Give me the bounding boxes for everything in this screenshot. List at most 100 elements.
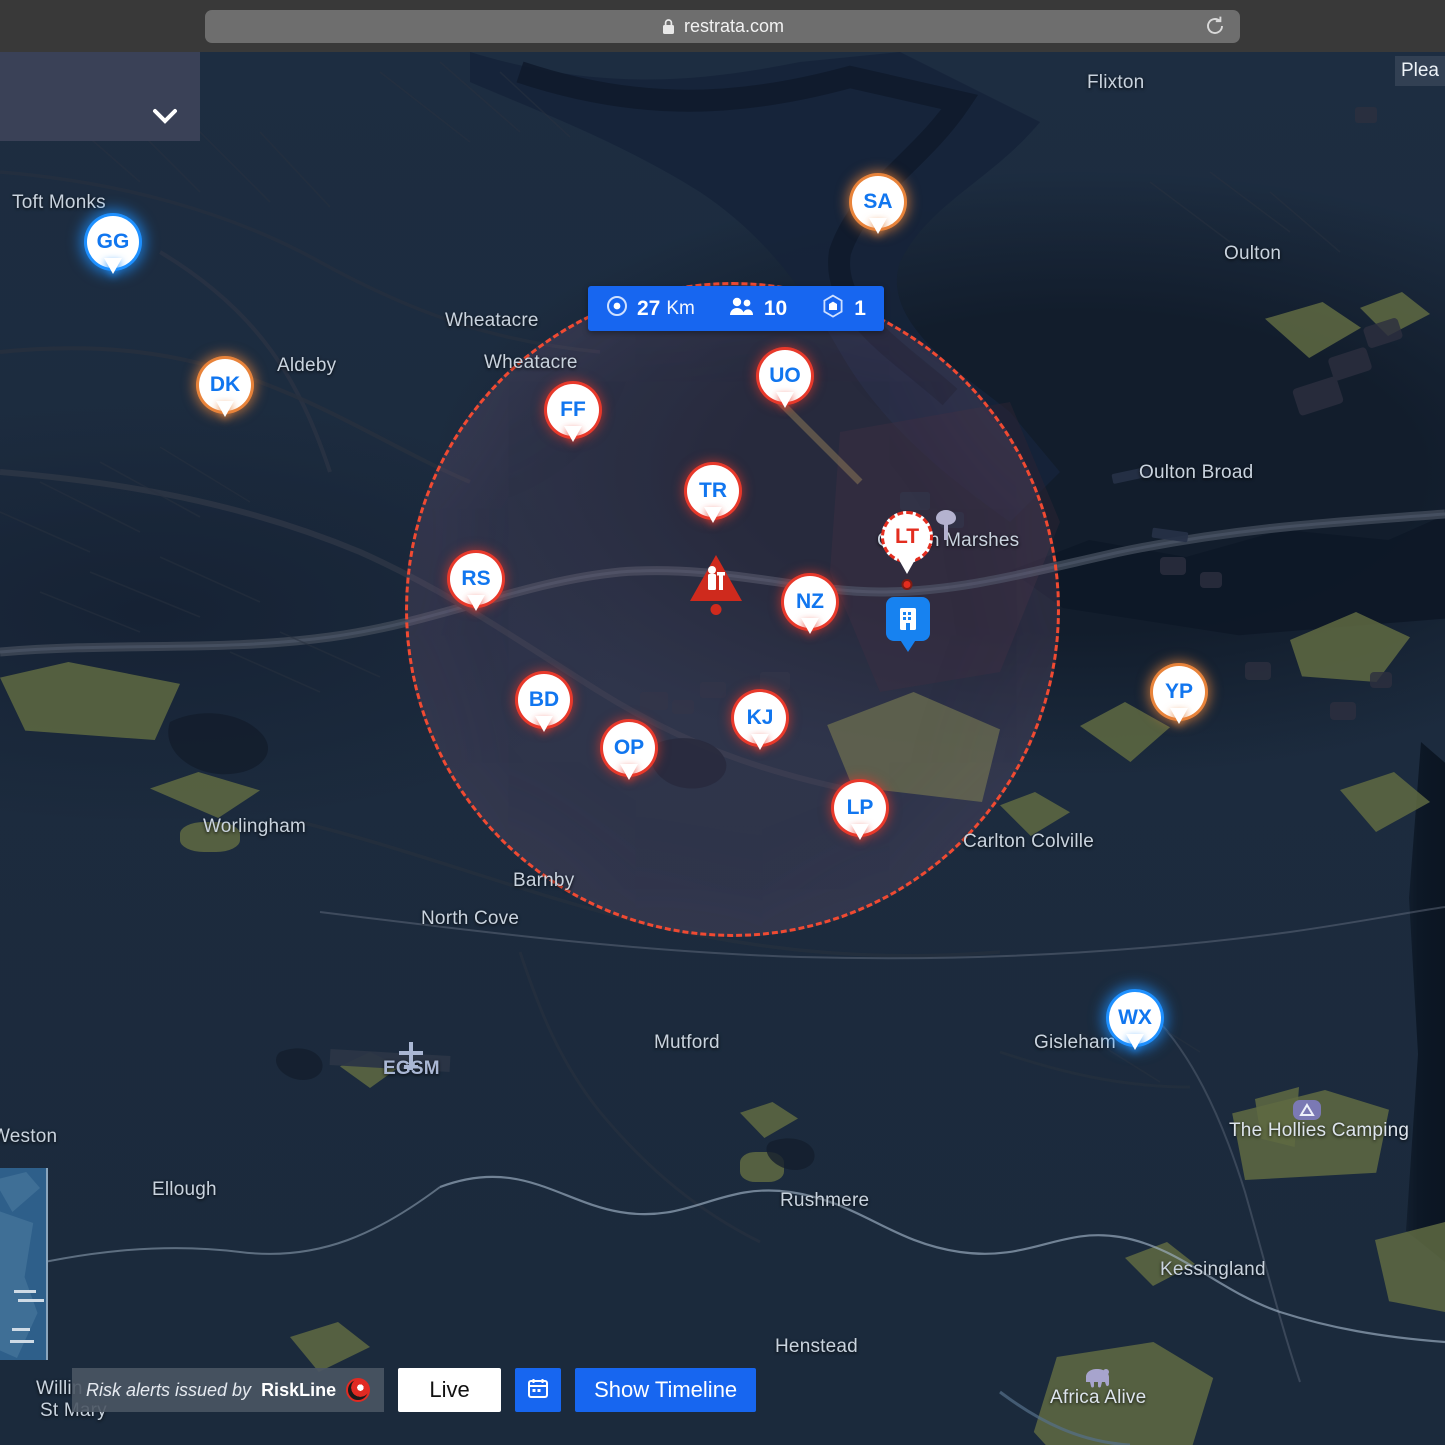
person-marker-kj[interactable]: KJ	[734, 692, 786, 744]
place-label-weston: Weston	[0, 1126, 58, 1147]
place-label-north-cove: North Cove	[421, 908, 520, 929]
site-marker-body	[886, 597, 930, 641]
lock-icon	[661, 18, 676, 35]
marker-initials: TR	[687, 465, 739, 517]
people-count: 10	[763, 296, 788, 320]
people-icon	[729, 296, 755, 321]
place-label-carlton-colville: Carlton Colville	[963, 831, 1094, 852]
armed-conflict-incident[interactable]	[688, 552, 744, 615]
filter-panel-collapsed[interactable]	[0, 52, 200, 141]
notification-toast-clipped[interactable]: Plea	[1394, 56, 1445, 86]
risk-zone-circle	[405, 282, 1060, 937]
minimap-landmass	[0, 1208, 38, 1358]
marker-anchor-dot	[901, 579, 913, 590]
marker-initials: RS	[450, 553, 502, 605]
minimap-label-line	[14, 1290, 36, 1293]
radius-group: 27 Km	[606, 295, 711, 322]
date-picker-button[interactable]	[515, 1368, 562, 1412]
incident-anchor-dot	[710, 604, 722, 615]
chevron-down-icon[interactable]	[152, 108, 178, 129]
minimap-label-line	[12, 1328, 30, 1331]
marker-initials: LT	[881, 511, 933, 563]
marker-initials: BD	[518, 674, 570, 726]
person-marker-yp[interactable]: YP	[1153, 666, 1205, 718]
place-label-mutford: Mutford	[654, 1032, 720, 1053]
person-marker-gg[interactable]: GG	[87, 216, 139, 268]
site-marker-building[interactable]	[886, 597, 930, 653]
address-bar[interactable]: restrata.com	[205, 9, 1240, 43]
marker-initials: YP	[1153, 666, 1205, 718]
person-marker-rs[interactable]: RS	[450, 553, 502, 605]
place-label-wheatacre-2: Wheatacre	[484, 352, 578, 373]
person-marker-wx[interactable]: WX	[1109, 992, 1161, 1044]
tree-icon	[931, 508, 961, 547]
airport-icon	[396, 1040, 426, 1079]
marker-initials: OP	[603, 722, 655, 774]
live-label: Live	[429, 1377, 470, 1402]
radius-value: 27	[637, 296, 661, 320]
marker-initials: NZ	[784, 576, 836, 628]
person-marker-uo[interactable]: UO	[759, 350, 811, 402]
marker-initials: LP	[834, 782, 886, 834]
risk-attribution: Risk alerts issued by RiskLine	[72, 1368, 385, 1412]
browser-window: restrata.com Flixton Oulton Toft Monks W…	[0, 0, 1445, 1445]
show-timeline-button[interactable]: Show Timeline	[575, 1368, 757, 1412]
place-label-ellough: Ellough	[152, 1179, 217, 1200]
place-label-henstead: Henstead	[775, 1336, 858, 1357]
zoo-icon	[1080, 1363, 1114, 1396]
marker-initials: UO	[759, 350, 811, 402]
marker-initials: SA	[852, 176, 904, 228]
place-label-kessingland: Kessingland	[1160, 1259, 1266, 1280]
timeline-label: Show Timeline	[594, 1377, 738, 1402]
attribution-prefix: Risk alerts issued by	[86, 1379, 252, 1400]
person-marker-op[interactable]: OP	[603, 722, 655, 774]
place-label-oulton: Oulton	[1224, 243, 1282, 264]
minimap-label-line	[10, 1340, 34, 1343]
target-radius-icon	[606, 295, 628, 322]
map-canvas[interactable]: Flixton Oulton Toft Monks Wheatacre Whea…	[0, 52, 1445, 1445]
overview-minimap[interactable]	[0, 1168, 48, 1360]
camping-icon	[1291, 1096, 1323, 1129]
people-group: 10	[711, 296, 803, 321]
person-marker-lp[interactable]: LP	[834, 782, 886, 834]
riskline-logo-icon	[346, 1378, 371, 1402]
place-label-worlingham: Worlingham	[203, 816, 307, 837]
marker-initials: GG	[87, 216, 139, 268]
url-text: restrata.com	[683, 15, 785, 36]
marker-initials: KJ	[734, 692, 786, 744]
minimap-landmass	[0, 1172, 40, 1212]
calendar-icon	[526, 1376, 550, 1405]
place-label-flixton: Flixton	[1087, 72, 1145, 93]
person-marker-nz[interactable]: NZ	[784, 576, 836, 628]
browser-chrome: restrata.com	[0, 0, 1445, 52]
minimap-label-line	[18, 1299, 44, 1302]
place-label-gisleham: Gisleham	[1034, 1032, 1116, 1053]
place-label-rushmere: Rushmere	[780, 1190, 870, 1211]
warning-triangle-armed-person-icon	[690, 555, 742, 601]
person-marker-dk[interactable]: DK	[199, 359, 251, 411]
place-label-wheatacre-1: Wheatacre	[445, 310, 539, 331]
radius-unit: Km	[666, 297, 695, 319]
person-marker-ff[interactable]: FF	[547, 384, 599, 436]
attribution-brand: RiskLine	[261, 1379, 337, 1400]
place-label-toft-monks: Toft Monks	[12, 192, 106, 213]
map-bottom-toolbar: Risk alerts issued by RiskLine Live Show…	[72, 1368, 757, 1412]
person-marker-tr[interactable]: TR	[687, 465, 739, 517]
building-icon	[900, 608, 916, 630]
building-hex-icon	[821, 294, 845, 323]
place-label-oulton-broad: Oulton Broad	[1139, 462, 1254, 483]
marker-initials: DK	[199, 359, 251, 411]
reload-icon[interactable]	[1204, 15, 1226, 37]
place-label-aldeby: Aldeby	[277, 355, 337, 376]
place-label-barnby: Barnby	[513, 870, 575, 891]
toast-text: Plea	[1400, 60, 1439, 81]
marker-initials: WX	[1109, 992, 1161, 1044]
live-mode-button[interactable]: Live	[398, 1368, 502, 1412]
risk-zone-info-pill[interactable]: 27 Km 10 1	[588, 286, 884, 331]
sites-count: 1	[854, 296, 866, 320]
person-marker-bd[interactable]: BD	[518, 674, 570, 726]
sites-group: 1	[803, 294, 866, 323]
marker-initials: FF	[547, 384, 599, 436]
person-marker-sa[interactable]: SA	[852, 176, 904, 228]
person-marker-lt-selected[interactable]: LT	[881, 511, 933, 590]
